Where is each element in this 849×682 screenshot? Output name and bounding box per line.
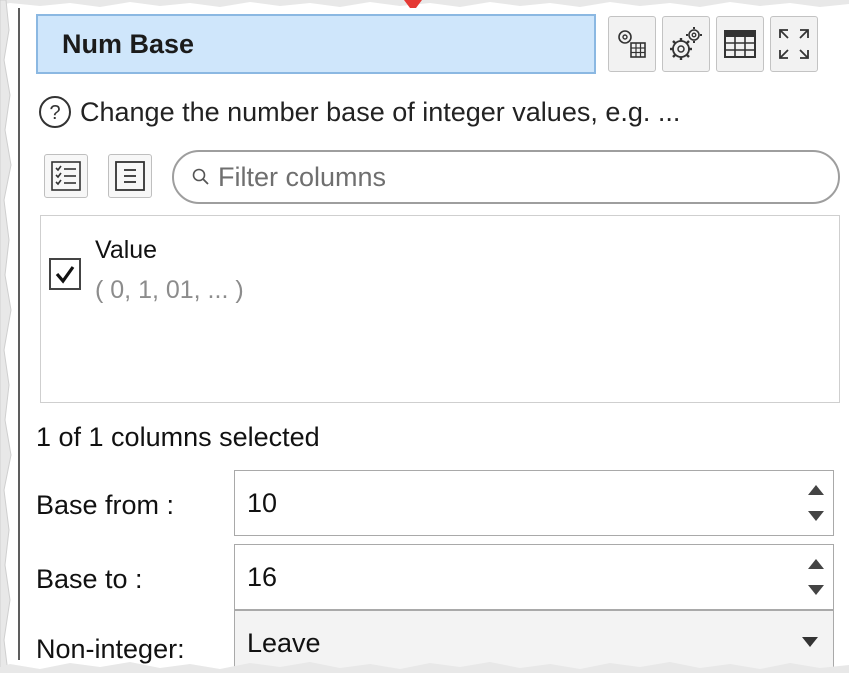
column-sample-values: ( 0, 1, 01, ... ) xyxy=(95,276,244,304)
table-icon xyxy=(724,30,756,58)
calculator-gear-icon xyxy=(618,30,646,58)
base-from-spinbox[interactable]: 10 xyxy=(234,470,834,536)
help-description: ? Change the number base of integer valu… xyxy=(38,92,849,132)
search-icon xyxy=(192,168,209,185)
base-from-value[interactable]: 10 xyxy=(247,471,277,535)
filter-columns-input[interactable] xyxy=(218,161,818,193)
checklist-icon xyxy=(51,161,81,191)
column-list: Value ( 0, 1, 01, ... ) xyxy=(40,215,840,403)
num-base-panel: Num Base ? Change the number base of int… xyxy=(18,8,849,672)
expand-icon xyxy=(779,29,809,59)
column-name: Value xyxy=(95,236,158,264)
svg-text:?: ? xyxy=(49,102,60,124)
base-to-spinbox[interactable]: 16 xyxy=(234,544,834,610)
base-from-label: Base from : xyxy=(36,490,175,520)
filter-columns-field[interactable] xyxy=(172,150,840,204)
spin-up-button[interactable] xyxy=(805,479,827,501)
panel-title-field[interactable]: Num Base xyxy=(36,14,596,74)
calculator-gear-button[interactable] xyxy=(608,16,656,72)
spin-down-button[interactable] xyxy=(805,505,827,527)
column-checkbox[interactable] xyxy=(49,258,81,290)
list-view-button[interactable] xyxy=(108,154,152,198)
gears-icon xyxy=(670,27,702,60)
base-to-label: Base to : xyxy=(36,564,143,594)
expand-button[interactable] xyxy=(770,16,818,72)
list-icon xyxy=(115,161,145,191)
select-all-button[interactable] xyxy=(44,154,88,198)
help-text: Change the number base of integer values… xyxy=(80,96,681,127)
triangle-down-icon xyxy=(808,585,824,595)
help-circle-icon[interactable]: ? xyxy=(38,95,72,129)
table-button[interactable] xyxy=(716,16,764,72)
selection-status: 1 of 1 columns selected xyxy=(36,422,320,452)
triangle-up-icon xyxy=(808,485,824,495)
gears-button[interactable] xyxy=(662,16,710,72)
spin-up-button[interactable] xyxy=(805,553,827,575)
torn-edge-left xyxy=(0,0,12,673)
torn-edge-bottom xyxy=(0,662,849,673)
checkmark-icon xyxy=(55,266,75,284)
triangle-up-icon xyxy=(808,559,824,569)
triangle-down-icon xyxy=(808,511,824,521)
base-to-value[interactable]: 16 xyxy=(247,545,277,609)
chevron-down-icon xyxy=(802,637,818,647)
spin-down-button[interactable] xyxy=(805,579,827,601)
